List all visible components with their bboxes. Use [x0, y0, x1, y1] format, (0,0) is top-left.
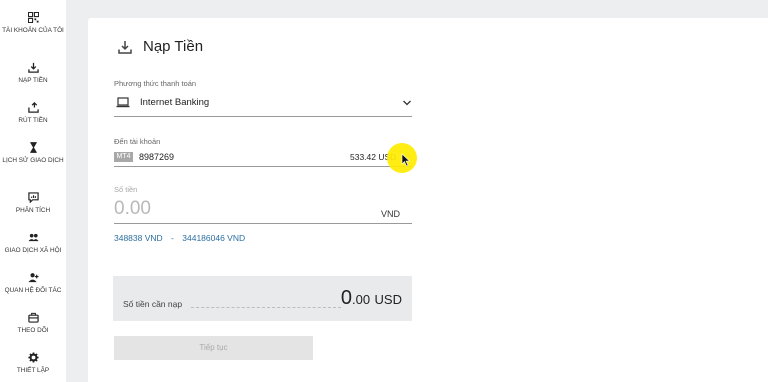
chevron-down-icon[interactable] [402, 99, 412, 107]
sidebar-item-settings[interactable]: THIẾT LẬP [0, 352, 66, 375]
sidebar-item-label: THIẾT LẬP [16, 367, 50, 374]
sidebar-item-label: PHÂN TÍCH [15, 207, 51, 214]
upload-icon [27, 102, 39, 113]
page-title: Nạp Tiền [143, 38, 204, 55]
sidebar-item-partnership[interactable]: QUAN HỆ ĐỐI TÁC [0, 272, 66, 295]
range-max-link[interactable]: 344186046 VND [182, 233, 245, 243]
range-separator: - [171, 233, 174, 243]
mouse-cursor-icon [401, 153, 411, 167]
amount-range: 348838 VND - 344186046 VND [114, 233, 245, 243]
summary-amount-int: 0 [340, 287, 353, 309]
sidebar-item-label: QUAN HỆ ĐỐI TÁC [4, 287, 62, 294]
summary-amount: 0.00 USD [341, 287, 402, 310]
summary-currency: USD [374, 292, 402, 307]
sidebar-item-label: NẠP TIỀN [18, 77, 48, 84]
account-label: Đến tài khoản [114, 137, 161, 146]
amount-currency: VND [380, 209, 400, 219]
summary-amount-dec: .00 [352, 292, 371, 307]
sidebar-item-withdraw[interactable]: RÚT TIỀN [0, 102, 66, 125]
group-icon [27, 233, 39, 242]
page-header: Nạp Tiền [118, 38, 203, 55]
sidebar-item-my-account[interactable]: TÀI KHOẢN CỦA TÔI [0, 12, 66, 35]
hourglass-icon [29, 142, 37, 153]
download-icon [27, 62, 39, 73]
summary-label: Số tiền cần nạp [123, 299, 183, 309]
sidebar-item-label: RÚT TIỀN [18, 117, 48, 124]
sidebar-item-follow[interactable]: THEO DÕI [0, 312, 66, 335]
chat-chart-icon [27, 192, 39, 203]
laptop-icon [116, 97, 130, 108]
gear-icon [27, 352, 39, 363]
sidebar-item-label: GIAO DỊCH XÃ HỘI [4, 247, 62, 254]
partner-icon [27, 273, 39, 283]
summary-divider [191, 307, 341, 308]
payment-method-value: Internet Banking [140, 97, 210, 108]
deposit-summary: Số tiền cần nạp 0.00 USD [113, 276, 412, 321]
account-field[interactable]: MT4 8987269 533.42 USD [114, 150, 412, 167]
sidebar-item-social-trading[interactable]: GIAO DỊCH XÃ HỘI [0, 232, 66, 255]
qr-grid-icon [27, 12, 39, 23]
download-icon [118, 40, 132, 54]
payment-method-label: Phương thức thanh toán [114, 79, 197, 88]
payment-method-select[interactable]: Internet Banking [114, 94, 412, 117]
sidebar-item-label: THEO DÕI [17, 327, 49, 334]
sidebar-item-history[interactable]: LỊCH SỬ GIAO DỊCH [0, 142, 66, 165]
sidebar-item-deposit[interactable]: NẠP TIỀN [0, 62, 66, 85]
mt4-badge: MT4 [114, 152, 133, 162]
sidebar: TÀI KHOẢN CỦA TÔI NẠP TIỀN RÚT TIỀN LỊCH… [0, 0, 66, 382]
amount-label: Số tiền [114, 185, 138, 194]
sidebar-item-analysis[interactable]: PHÂN TÍCH [0, 192, 66, 215]
range-min-link[interactable]: 348838 VND [114, 233, 163, 243]
amount-input[interactable]: 0.00 VND [114, 196, 412, 224]
sidebar-item-label: TÀI KHOẢN CỦA TÔI [2, 27, 64, 34]
sidebar-item-label: LỊCH SỬ GIAO DỊCH [2, 157, 64, 164]
continue-button[interactable]: Tiếp tục [114, 336, 313, 360]
briefcase-icon [27, 312, 39, 323]
account-number: 8987269 [139, 152, 175, 162]
amount-value: 0.00 [114, 198, 151, 219]
